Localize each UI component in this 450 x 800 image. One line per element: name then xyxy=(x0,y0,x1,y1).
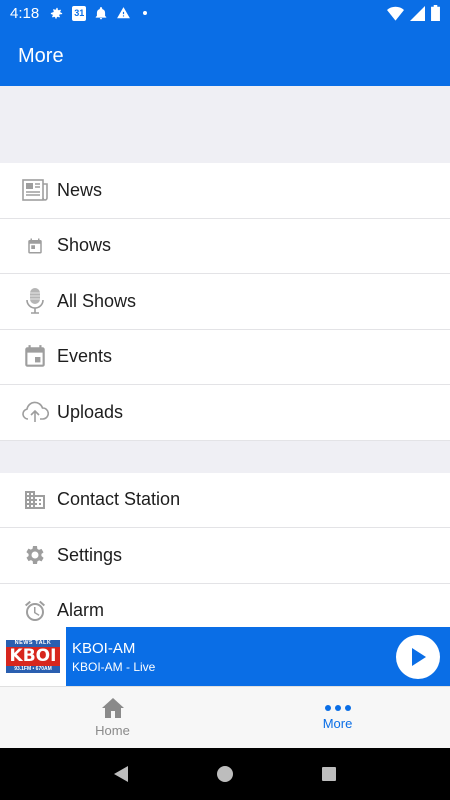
wifi-icon xyxy=(387,6,404,21)
tab-more[interactable]: More xyxy=(225,687,450,748)
dot-status-icon xyxy=(143,11,148,15)
recents-icon[interactable] xyxy=(321,766,337,782)
logo-freq-text: 93.1FM • 670AM xyxy=(6,666,60,673)
menu-item-label: Shows xyxy=(57,235,112,256)
system-nav-bar xyxy=(0,748,450,800)
menu-item-uploads[interactable]: Uploads xyxy=(0,385,450,441)
menu-item-label: Alarm xyxy=(57,600,105,621)
tab-more-label: More xyxy=(322,716,353,731)
menu-item-label: News xyxy=(57,179,103,200)
newspaper-icon xyxy=(18,173,52,207)
status-time: 4:18 xyxy=(10,4,40,22)
station-logo: NEWS TALK KBOI 93.1FM • 670AM xyxy=(0,627,66,686)
menu-item-all-shows[interactable]: All Shows xyxy=(0,274,450,330)
menu-item-label: Contact Station xyxy=(57,489,181,510)
more-dots-icon xyxy=(324,705,351,711)
section-spacer xyxy=(0,440,450,473)
menu-item-events[interactable]: Events xyxy=(0,329,450,385)
bell-status-icon xyxy=(95,6,107,19)
menu-group-secondary: Contact Station Settings Alarm xyxy=(0,472,450,627)
calendar-icon xyxy=(18,340,52,374)
menu-item-contact-station[interactable]: Contact Station xyxy=(0,472,450,528)
more-menu: News Shows All Shows Events Uploads Cont… xyxy=(0,86,450,627)
menu-item-shows[interactable]: Shows xyxy=(0,218,450,274)
menu-item-settings[interactable]: Settings xyxy=(0,528,450,584)
bottom-nav: Home More xyxy=(0,686,450,748)
microphone-icon xyxy=(18,284,52,318)
home-circle-icon[interactable] xyxy=(216,765,234,783)
mini-player[interactable]: NEWS TALK KBOI 93.1FM • 670AM KBOI-AM KB… xyxy=(0,627,450,686)
menu-item-label: All Shows xyxy=(57,290,137,311)
calendar-status-icon: 31 xyxy=(72,5,87,21)
building-icon xyxy=(18,483,52,517)
station-name: KBOI-AM xyxy=(72,639,136,657)
tab-home-label: Home xyxy=(95,723,130,738)
alarm-clock-icon xyxy=(18,594,52,627)
home-icon xyxy=(101,698,124,718)
menu-item-label: Uploads xyxy=(57,401,124,422)
app-bar: More xyxy=(0,26,450,86)
gear-status-icon xyxy=(51,7,63,19)
back-icon[interactable] xyxy=(113,765,129,783)
warning-status-icon xyxy=(117,7,131,19)
logo-main-text: KBOI xyxy=(6,647,60,666)
menu-item-label: Settings xyxy=(57,544,123,565)
signal-icon xyxy=(410,5,425,21)
player-meta: KBOI-AM KBOI-AM - Live xyxy=(72,640,155,674)
calendar-small-icon xyxy=(18,229,52,263)
page-title: More xyxy=(18,44,64,67)
gear-icon xyxy=(18,538,52,572)
top-spacer xyxy=(0,86,450,163)
tab-home[interactable]: Home xyxy=(0,687,225,748)
battery-icon xyxy=(431,5,440,21)
status-bar: 4:18 31 xyxy=(0,0,450,26)
menu-item-alarm[interactable]: Alarm xyxy=(0,583,450,627)
play-button[interactable] xyxy=(396,634,440,679)
menu-item-label: Events xyxy=(57,346,113,367)
station-subtitle: KBOI-AM - Live xyxy=(72,659,156,674)
cloud-upload-icon xyxy=(18,395,52,429)
play-icon xyxy=(412,647,426,666)
menu-group-primary: News Shows All Shows Events Uploads xyxy=(0,163,450,441)
menu-item-news[interactable]: News xyxy=(0,163,450,219)
